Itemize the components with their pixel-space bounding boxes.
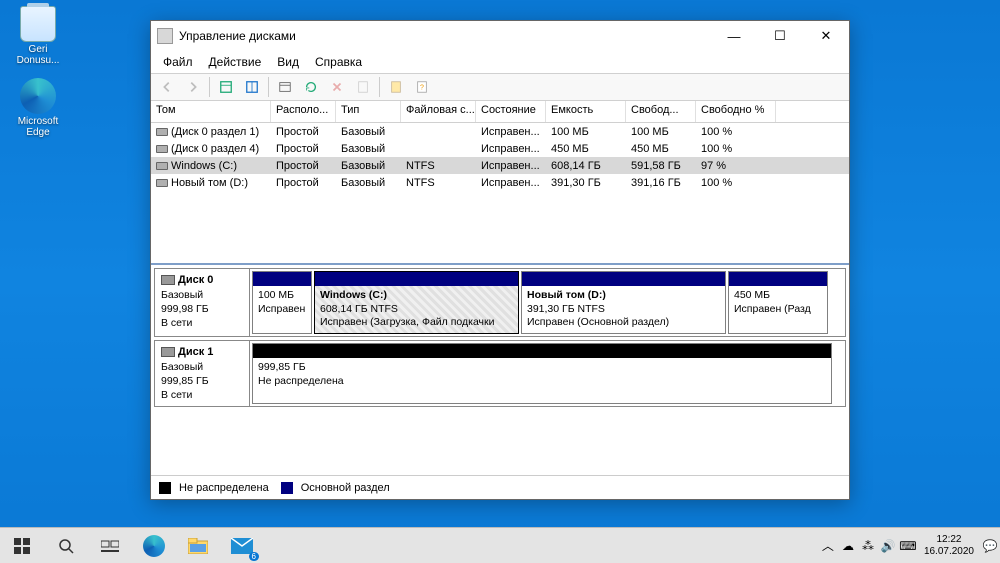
volume-row[interactable]: Новый том (D:)ПростойБазовыйNTFSИсправен… (151, 174, 849, 191)
mail-badge: 6 (249, 552, 259, 561)
delete-button (325, 76, 349, 98)
app-icon (157, 28, 173, 44)
partition[interactable]: 100 МБИсправен (252, 271, 312, 334)
menu-file[interactable]: Файл (155, 53, 201, 71)
tray-lang-icon[interactable]: ⌨ (898, 539, 918, 553)
volume-row[interactable]: (Диск 0 раздел 4)ПростойБазовыйИсправен.… (151, 140, 849, 157)
menu-help[interactable]: Справка (307, 53, 370, 71)
tray-onedrive-icon[interactable]: ☁ (838, 539, 858, 553)
tray-sound-icon[interactable]: 🔊 (878, 539, 898, 553)
disk-info[interactable]: Диск 0Базовый999,98 ГБВ сети (155, 269, 250, 336)
rescan-button[interactable] (299, 76, 323, 98)
col-capacity[interactable]: Емкость (546, 101, 626, 122)
tray-clock[interactable]: 12:22 16.07.2020 (918, 534, 980, 557)
minimize-button[interactable]: — (711, 21, 757, 51)
taskbar: 6 ︿ ☁ ⁂ 🔊 ⌨ 12:22 16.07.2020 💬 (0, 527, 1000, 563)
toolbar: ? (151, 73, 849, 101)
col-status[interactable]: Состояние (476, 101, 546, 122)
menubar: Файл Действие Вид Справка (151, 51, 849, 73)
swatch-primary (281, 482, 293, 494)
swatch-unallocated (159, 482, 171, 494)
tray-time: 12:22 (924, 534, 974, 546)
mail-taskbar-icon[interactable]: 6 (220, 528, 264, 563)
disk-info[interactable]: Диск 1Базовый999,85 ГБВ сети (155, 341, 250, 406)
legend-primary: Основной раздел (301, 482, 390, 494)
volume-list: Том Располо... Тип Файловая с... Состоян… (151, 101, 849, 265)
back-button (155, 76, 179, 98)
properties-button-2[interactable] (384, 76, 408, 98)
col-type[interactable]: Тип (336, 101, 401, 122)
forward-button (181, 76, 205, 98)
refresh-button[interactable] (273, 76, 297, 98)
properties-button-1 (351, 76, 375, 98)
col-fs[interactable]: Файловая с... (401, 101, 476, 122)
partition[interactable]: 450 МБИсправен (Разд (728, 271, 828, 334)
system-tray: ︿ ☁ ⁂ 🔊 ⌨ 12:22 16.07.2020 💬 (818, 528, 1000, 563)
legend-unallocated: Не распределена (179, 482, 269, 494)
recycle-bin[interactable]: Geri Donusu... (6, 6, 70, 66)
disk-section: Диск 0Базовый999,98 ГБВ сети100 МБИсправ… (154, 268, 846, 337)
close-button[interactable]: ✕ (803, 21, 849, 51)
menu-view[interactable]: Вид (269, 53, 307, 71)
explorer-taskbar-icon[interactable] (176, 528, 220, 563)
disk-section: Диск 1Базовый999,85 ГБВ сети999,85 ГБНе … (154, 340, 846, 407)
menu-action[interactable]: Действие (201, 53, 270, 71)
tray-wifi-icon[interactable]: ⁂ (858, 539, 878, 553)
col-pct[interactable]: Свободно % (696, 101, 776, 122)
col-layout[interactable]: Располо... (271, 101, 336, 122)
partition[interactable]: Windows (C:)608,14 ГБ NTFSИсправен (Загр… (314, 271, 519, 334)
col-volume[interactable]: Том (151, 101, 271, 122)
help-button[interactable]: ? (410, 76, 434, 98)
volume-row[interactable]: (Диск 0 раздел 1)ПростойБазовыйИсправен.… (151, 123, 849, 140)
start-button[interactable] (0, 528, 44, 563)
tray-chevron-icon[interactable]: ︿ (818, 537, 838, 554)
task-view-button[interactable] (88, 528, 132, 563)
edge-shortcut[interactable]: Microsoft Edge (6, 78, 70, 138)
edge-label: Microsoft Edge (6, 116, 70, 138)
recycle-bin-icon (20, 6, 56, 42)
col-free[interactable]: Свобод... (626, 101, 696, 122)
volume-row[interactable]: Windows (C:)ПростойБазовыйNTFSИсправен..… (151, 157, 849, 174)
svg-text:?: ? (420, 85, 424, 92)
tray-date: 16.07.2020 (924, 546, 974, 558)
legend: Не распределена Основной раздел (151, 475, 849, 499)
recycle-bin-label: Geri Donusu... (6, 44, 70, 66)
volume-list-header: Том Располо... Тип Файловая с... Состоян… (151, 101, 849, 123)
view-button-2[interactable] (240, 76, 264, 98)
view-button-1[interactable] (214, 76, 238, 98)
maximize-button[interactable]: ☐ (757, 21, 803, 51)
partition[interactable]: 999,85 ГБНе распределена (252, 343, 832, 404)
titlebar[interactable]: Управление дисками — ☐ ✕ (151, 21, 849, 51)
window-title: Управление дисками (179, 29, 711, 43)
edge-taskbar-icon[interactable] (132, 528, 176, 563)
tray-notifications-icon[interactable]: 💬 (980, 539, 1000, 553)
graphical-view: Диск 0Базовый999,98 ГБВ сети100 МБИсправ… (151, 265, 849, 475)
edge-icon (20, 78, 56, 114)
partition[interactable]: Новый том (D:)391,30 ГБ NTFSИсправен (Ос… (521, 271, 726, 334)
search-button[interactable] (44, 528, 88, 563)
disk-management-window: Управление дисками — ☐ ✕ Файл Действие В… (150, 20, 850, 500)
